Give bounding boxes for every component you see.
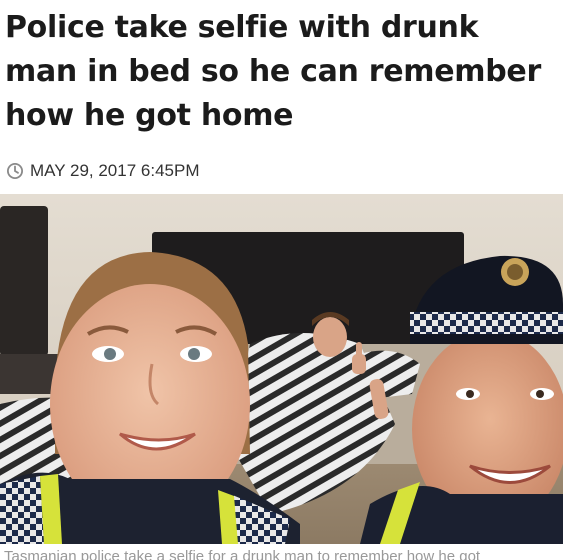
caption-strip: Tasmanian police take a selfie for a dru… [0,544,563,560]
article-headline: Police take selfie with drunk man in bed… [5,10,541,133]
photo-caption: Tasmanian police take a selfie for a dru… [4,548,481,560]
article-photo [0,194,563,544]
article-meta: MAY 29, 2017 6:45PM [6,160,199,182]
clock-icon [6,162,24,180]
publish-date: MAY 29, 2017 6:45PM [30,161,200,180]
